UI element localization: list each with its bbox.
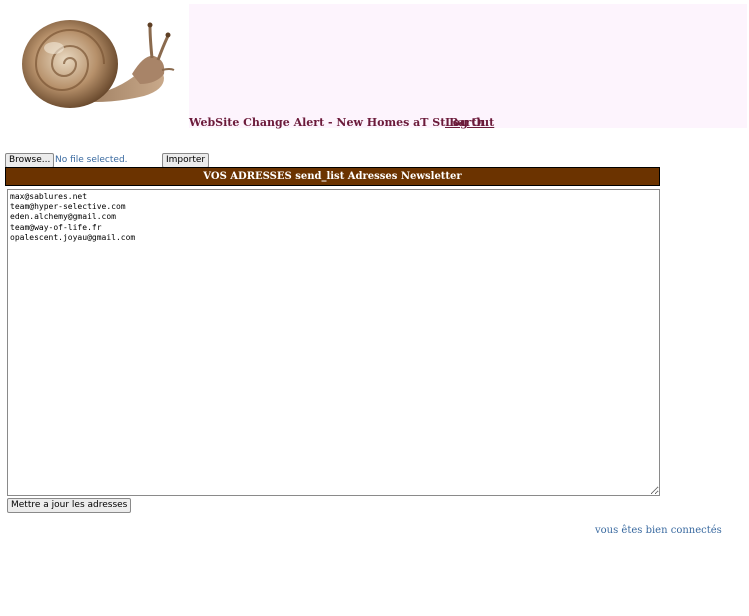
update-addresses-button[interactable]: Mettre a jour les adresses <box>7 498 132 513</box>
logout-link[interactable]: Log Out <box>445 116 494 129</box>
snail-logo <box>4 4 189 128</box>
browse-button[interactable]: Browse... <box>5 153 55 168</box>
import-button[interactable]: Importer <box>162 153 210 168</box>
addresses-textarea[interactable] <box>7 189 660 496</box>
connection-status: vous êtes bien connectés <box>595 525 722 536</box>
header-banner <box>189 4 747 128</box>
section-title-bar: VOS ADRESSES send_list Adresses Newslett… <box>5 167 660 186</box>
site-title: WebSite Change Alert - New Homes aT St B… <box>189 116 485 129</box>
snail-icon <box>22 20 175 108</box>
header: WebSite Change Alert - New Homes aT St B… <box>0 0 749 131</box>
file-status-text: No file selected. <box>55 155 128 165</box>
